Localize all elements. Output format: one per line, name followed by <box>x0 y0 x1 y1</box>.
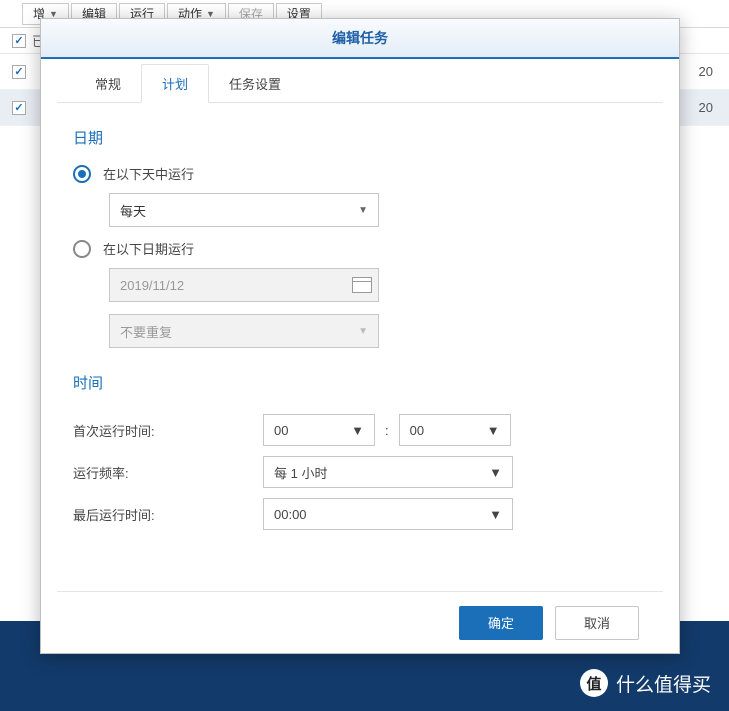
chevron-down-icon: ▼ <box>489 465 502 480</box>
chevron-down-icon: ▼ <box>489 507 502 522</box>
row-left: ✓ <box>12 65 32 79</box>
cancel-button[interactable]: 取消 <box>555 606 639 640</box>
run-on-days-row: 在以下天中运行 <box>73 164 647 183</box>
last-run-select[interactable]: 00:00 ▼ <box>263 498 513 530</box>
days-select-value: 每天 <box>120 201 146 220</box>
modal-footer: 确定 取消 <box>57 591 663 653</box>
first-hour-value: 00 <box>274 423 288 438</box>
first-min-select[interactable]: 00 ▼ <box>399 414 511 446</box>
run-on-date-row: 在以下日期运行 <box>73 239 647 258</box>
last-run-row: 最后运行时间: 00:00 ▼ <box>73 493 647 535</box>
date-value: 2019/11/12 <box>120 278 184 293</box>
watermark-text: 什么值得买 <box>616 670 711 697</box>
time-grid: 首次运行时间: 00 ▼ : 00 ▼ 运行频率: 每 1 小时 ▼ <box>73 409 647 535</box>
chevron-down-icon: ▼ <box>487 423 500 438</box>
time-section-title: 时间 <box>73 372 647 393</box>
date-input: 2019/11/12 <box>109 268 379 302</box>
modal-tabs: 常规 计划 任务设置 <box>57 63 663 103</box>
watermark: 值 什么值得买 <box>580 669 711 697</box>
caret-down-icon: ▼ <box>49 9 58 19</box>
row-year: 20 <box>699 64 717 79</box>
frequency-label: 运行频率: <box>73 463 263 482</box>
first-hour-select[interactable]: 00 ▼ <box>263 414 375 446</box>
tab-schedule[interactable]: 计划 <box>141 64 209 103</box>
row-left: ✓ <box>12 101 32 115</box>
run-on-days-radio[interactable] <box>73 165 91 183</box>
row-year: 20 <box>699 100 717 115</box>
run-on-days-label: 在以下天中运行 <box>103 164 194 183</box>
repeat-select-value: 不要重复 <box>120 322 172 341</box>
run-on-date-label: 在以下日期运行 <box>103 239 194 258</box>
repeat-select: 不要重复 ▼ <box>109 314 379 348</box>
first-run-label: 首次运行时间: <box>73 421 263 440</box>
date-section-title: 日期 <box>73 127 647 148</box>
last-run-value: 00:00 <box>274 507 307 522</box>
tab-task-settings[interactable]: 任务设置 <box>209 65 301 102</box>
modal-body: 日期 在以下天中运行 每天 ▼ 在以下日期运行 2019/11/12 不要重复 … <box>41 103 679 591</box>
calendar-icon <box>352 277 372 293</box>
chevron-down-icon: ▼ <box>358 205 368 216</box>
row-checkbox[interactable]: ✓ <box>12 101 26 115</box>
chevron-down-icon: ▼ <box>358 326 368 337</box>
header-checkbox[interactable]: ✓ <box>12 34 26 48</box>
edit-task-modal: 编辑任务 常规 计划 任务设置 日期 在以下天中运行 每天 ▼ 在以下日期运行 … <box>40 18 680 654</box>
days-select[interactable]: 每天 ▼ <box>109 193 379 227</box>
first-min-value: 00 <box>410 423 424 438</box>
first-run-row: 首次运行时间: 00 ▼ : 00 ▼ <box>73 409 647 451</box>
time-colon: : <box>385 423 389 438</box>
row-checkbox[interactable]: ✓ <box>12 65 26 79</box>
frequency-select[interactable]: 每 1 小时 ▼ <box>263 456 513 488</box>
modal-title: 编辑任务 <box>41 19 679 59</box>
tab-general[interactable]: 常规 <box>75 65 141 102</box>
run-on-date-radio[interactable] <box>73 240 91 258</box>
last-run-label: 最后运行时间: <box>73 505 263 524</box>
ok-button[interactable]: 确定 <box>459 606 543 640</box>
chevron-down-icon: ▼ <box>351 423 364 438</box>
frequency-row: 运行频率: 每 1 小时 ▼ <box>73 451 647 493</box>
frequency-value: 每 1 小时 <box>274 463 327 482</box>
caret-down-icon: ▼ <box>206 9 215 19</box>
watermark-badge-icon: 值 <box>580 669 608 697</box>
